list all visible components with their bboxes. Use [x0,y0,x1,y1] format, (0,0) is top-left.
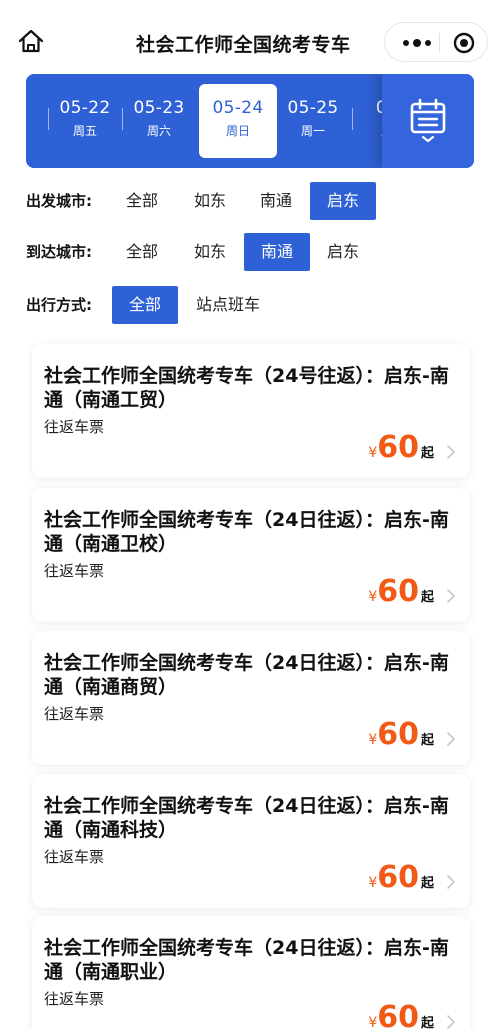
departure-option-rudong[interactable]: 如东 [184,182,236,220]
mode-option-station-bus[interactable]: 站点班车 [188,286,268,324]
departure-option-all[interactable]: 全部 [118,182,166,220]
calendar-icon [410,98,446,143]
arrival-city-filter: 到达城市: 全部 如东 南通 启东 [26,233,476,271]
date-label: 05-22 [59,98,111,118]
date-tab-0524[interactable]: 05-24 周日 [199,84,277,158]
date-label: 05-25 [287,98,339,118]
route-card[interactable]: 社会工作师全国统考专车（24日往返）：启东-南通（南通科技） 往返车票 ¥60 起 [32,774,470,908]
currency-symbol: ¥ [368,732,378,748]
route-card[interactable]: 社会工作师全国统考专车（24日往返）：启东-南通（南通卫校） 往返车票 ¥60 起 [32,488,470,622]
travel-mode-label: 出行方式: [26,296,92,314]
price-tag: ¥60 起 [368,860,434,895]
price-tag: ¥60 起 [368,574,434,609]
date-tab-0523[interactable]: 05-23 周六 [122,84,196,158]
mini-program-capsule [384,22,488,62]
date-label: 05-23 [133,98,185,118]
capsule-divider [439,33,440,53]
date-selector: 05-22 周五 05-23 周六 05-24 周日 05-25 周一 05 周 [26,74,474,168]
price-suffix: 起 [420,733,434,748]
price-suffix: 起 [420,446,434,461]
currency-symbol: ¥ [368,1015,378,1030]
chevron-right-icon [447,732,456,746]
page-title: 社会工作师全国统考专车 [136,34,351,56]
route-title: 社会工作师全国统考专车（24日往返）：启东-南通（南通科技） [44,795,449,841]
route-title: 社会工作师全国统考专车（24号往返）：启东-南通（南通工贸） [44,365,449,411]
more-dots-icon[interactable] [397,31,437,55]
price-tag: ¥60 起 [368,430,434,465]
currency-symbol: ¥ [368,445,378,461]
price-suffix: 起 [420,1016,434,1030]
price-tag: ¥60 起 [368,1000,434,1030]
price-tag: ¥60 起 [368,717,434,752]
currency-symbol: ¥ [368,589,378,605]
price-suffix: 起 [420,876,434,891]
route-card[interactable]: 社会工作师全国统考专车（24号往返）：启东-南通（南通工贸） 往返车票 ¥60 起 [32,344,470,478]
price-value: 60 [377,574,419,609]
date-tab-0525[interactable]: 05-25 周一 [276,84,350,158]
departure-option-qidong[interactable]: 启东 [310,182,376,220]
chevron-right-icon [447,875,456,889]
weekday-label: 周一 [300,124,325,138]
arrival-option-all[interactable]: 全部 [118,233,166,271]
price-value: 60 [377,430,419,465]
ticket-type: 往返车票 [44,418,105,436]
close-target-icon[interactable] [451,31,477,55]
chevron-right-icon [447,589,456,603]
weekday-label: 周六 [146,124,171,138]
date-label: 05-24 [212,98,264,118]
route-card[interactable]: 社会工作师全国统考专车（24日往返）：启东-南通（南通职业） 往返车票 ¥60 起 [32,916,470,1030]
arrival-option-nantong[interactable]: 南通 [244,233,310,271]
route-title: 社会工作师全国统考专车（24日往返）：启东-南通（南通商贸） [44,652,449,698]
route-title: 社会工作师全国统考专车（24日往返）：启东-南通（南通卫校） [44,509,449,555]
chevron-right-icon [447,445,456,459]
ticket-type: 往返车票 [44,848,105,866]
chevron-right-icon [447,1015,456,1029]
route-title: 社会工作师全国统考专车（24日往返）：启东-南通（南通职业） [44,937,449,983]
ticket-type: 往返车票 [44,562,105,580]
nav-bar: 社会工作师全国统考专车 [0,0,500,80]
departure-city-label: 出发城市: [26,192,92,210]
mode-option-all[interactable]: 全部 [112,286,178,324]
price-suffix: 起 [420,590,434,605]
calendar-button[interactable] [382,74,474,168]
weekday-label: 周日 [225,124,250,138]
ticket-type: 往返车票 [44,990,105,1008]
home-icon[interactable] [16,27,50,57]
arrival-option-qidong[interactable]: 启东 [316,233,370,271]
ticket-type: 往返车票 [44,705,105,723]
departure-option-nantong[interactable]: 南通 [250,182,302,220]
route-card[interactable]: 社会工作师全国统考专车（24日往返）：启东-南通（南通商贸） 往返车票 ¥60 起 [32,631,470,765]
weekday-label: 周五 [72,124,97,138]
departure-city-filter: 出发城市: 全部 如东 南通 启东 [26,182,476,220]
price-value: 60 [377,717,419,752]
arrival-city-label: 到达城市: [26,243,92,261]
currency-symbol: ¥ [368,875,378,891]
price-value: 60 [377,860,419,895]
price-value: 60 [377,1000,419,1030]
arrival-option-rudong[interactable]: 如东 [184,233,236,271]
travel-mode-filter: 出行方式: 全部 站点班车 [26,286,476,324]
date-tab-0522[interactable]: 05-22 周五 [48,84,122,158]
